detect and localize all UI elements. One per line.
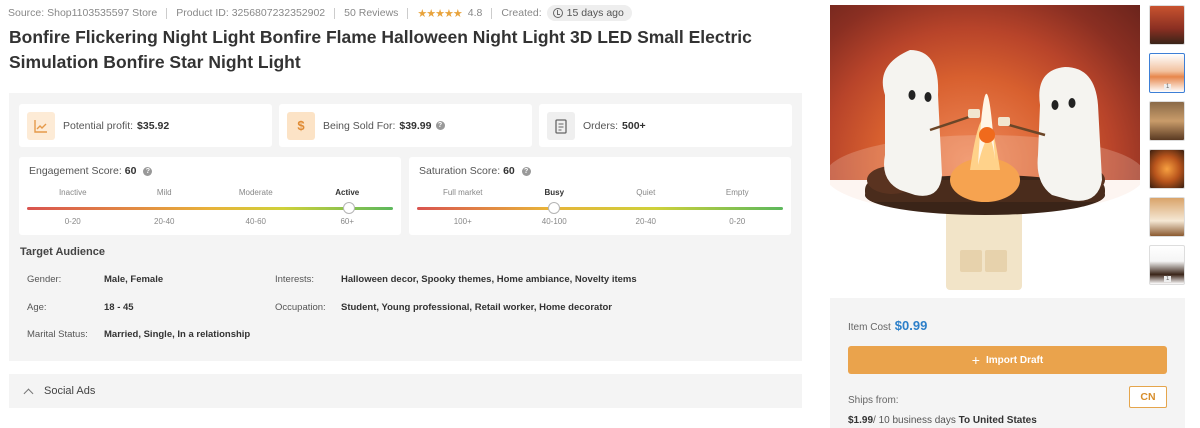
level-label-active: Busy [544, 188, 565, 197]
thumbnail[interactable]: 1 [1149, 245, 1185, 285]
shipping-days: / 10 business days [873, 415, 956, 426]
thumbnail-strip: 1 1 [1149, 5, 1185, 293]
gender-value: Male, Female [104, 274, 164, 285]
sold-value: $39.99 [399, 119, 432, 132]
range-label: 60+ [340, 217, 355, 226]
import-draft-button[interactable]: + Import Draft [848, 346, 1167, 374]
thumbnail-badge: 1 [1164, 84, 1172, 90]
range-label: 40-100 [541, 217, 567, 226]
import-draft-label: Import Draft [985, 354, 1044, 366]
range-label: 20-40 [635, 217, 656, 226]
thumbnail[interactable] [1149, 197, 1185, 237]
level-label: Quiet [636, 188, 656, 197]
sold-for-card: $ Being Sold For: $39.99 ? [279, 104, 532, 147]
divider [407, 7, 409, 19]
thumbnail[interactable] [1149, 5, 1185, 45]
clipboard-icon [547, 111, 575, 140]
engagement-score-card: Engagement Score: 60 ? Inactive Mild Mod… [19, 157, 401, 235]
potential-profit-card: Potential profit: $35.92 [19, 104, 272, 147]
plus-icon: + [971, 352, 980, 368]
level-label: Full market [442, 188, 483, 197]
social-ads-label: Social Ads [44, 385, 96, 397]
product-title: Bonfire Flickering Night Light Bonfire F… [9, 27, 752, 72]
engagement-marker [343, 202, 356, 214]
engagement-label: Engagement Score: [29, 165, 122, 177]
level-label: Empty [725, 188, 749, 197]
product-main-image[interactable] [830, 5, 1140, 290]
shipping-info: $1.99/ 10 business days To United States [848, 415, 1037, 426]
saturation-levels: Full market Busy Quiet Empty [417, 188, 783, 197]
orders-value: 500+ [622, 119, 646, 132]
item-cost: Item Cost $0.99 [848, 318, 927, 333]
rating-value: 4.8 [467, 7, 483, 19]
product-meta-bar: Source: Shop1103535597 Store Product ID:… [8, 4, 632, 22]
gender-label: Gender: [27, 274, 62, 285]
saturation-value: 60 [503, 165, 515, 177]
trend-chart-icon [27, 111, 55, 140]
saturation-score-card: Saturation Score: 60 ? Full market Busy … [409, 157, 791, 235]
divider [491, 7, 493, 19]
shipping-price: $1.99 [848, 415, 874, 426]
saturation-label: Saturation Score: [419, 165, 501, 177]
engagement-value: 60 [124, 165, 137, 177]
age-value: 18 - 45 [104, 302, 134, 313]
thumbnail[interactable] [1149, 149, 1185, 189]
thumbnail[interactable] [1149, 101, 1185, 141]
sold-label: Being Sold For: [323, 119, 396, 132]
engagement-gauge [27, 207, 393, 210]
created-label: Created: [501, 7, 542, 19]
purchase-panel: Item Cost $0.99 + Import Draft Ships fro… [830, 298, 1185, 428]
thumbnail-selected[interactable]: 1 [1149, 53, 1185, 93]
saturation-marker [548, 202, 561, 214]
clock-icon [552, 8, 563, 18]
age-label: Age: [27, 302, 47, 313]
help-icon[interactable]: ? [521, 166, 531, 176]
range-label: 0-20 [729, 217, 746, 226]
profit-value: $35.92 [137, 119, 170, 132]
ships-from-label: Ships from: [848, 395, 899, 406]
shipping-destination: To United States [958, 415, 1037, 426]
created-value: 15 days ago [566, 7, 624, 19]
help-icon[interactable]: ? [143, 166, 153, 176]
product-id: Product ID: 3256807232352902 [176, 7, 326, 19]
profit-label: Potential profit: [63, 119, 134, 132]
range-label: 20-40 [154, 217, 175, 226]
dollar-icon: $ [287, 111, 315, 140]
interests-label: Interests: [275, 274, 315, 285]
created-badge: 15 days ago [546, 5, 632, 21]
level-label: Moderate [238, 188, 273, 197]
divider [334, 7, 336, 19]
interests-value: Halloween decor, Spooky themes, Home amb… [341, 274, 637, 285]
marital-value: Married, Single, In a relationship [104, 329, 251, 340]
occupation-label: Occupation: [275, 302, 326, 313]
chevron-up-icon [23, 388, 34, 398]
star-rating-icon: ★★★★★ [417, 7, 462, 20]
marital-label: Marital Status: [27, 329, 88, 340]
ships-from-country-button[interactable]: CN [1129, 386, 1167, 408]
range-label: 0-20 [64, 217, 81, 226]
orders-card: Orders: 500+ [539, 104, 792, 147]
range-label: 100+ [453, 217, 472, 226]
level-label: Inactive [58, 188, 87, 197]
saturation-ranges: 100+ 40-100 20-40 0-20 [417, 217, 783, 226]
social-ads-toggle[interactable]: Social Ads [9, 374, 802, 408]
level-label: Mild [156, 188, 172, 197]
target-audience-title: Target Audience [20, 246, 105, 258]
item-cost-label: Item Cost [848, 322, 891, 333]
occupation-value: Student, Young professional, Retail work… [341, 302, 612, 313]
range-label: 40-60 [245, 217, 266, 226]
saturation-gauge [417, 207, 783, 210]
engagement-ranges: 0-20 20-40 40-60 60+ [27, 217, 393, 226]
orders-label: Orders: [583, 119, 619, 132]
item-cost-value: $0.99 [894, 318, 928, 333]
thumbnail-badge: 1 [1164, 276, 1172, 282]
engagement-levels: Inactive Mild Moderate Active [27, 188, 393, 197]
divider [166, 7, 168, 19]
help-icon[interactable]: ? [435, 121, 445, 130]
review-count[interactable]: 50 Reviews [344, 7, 398, 19]
source-store[interactable]: Source: Shop1103535597 Store [8, 7, 157, 19]
level-label-active: Active [335, 188, 360, 197]
product-details: Source: Shop1103535597 Store Product ID:… [0, 0, 812, 428]
analytics-panel: Potential profit: $35.92 $ Being Sold Fo… [9, 93, 802, 361]
